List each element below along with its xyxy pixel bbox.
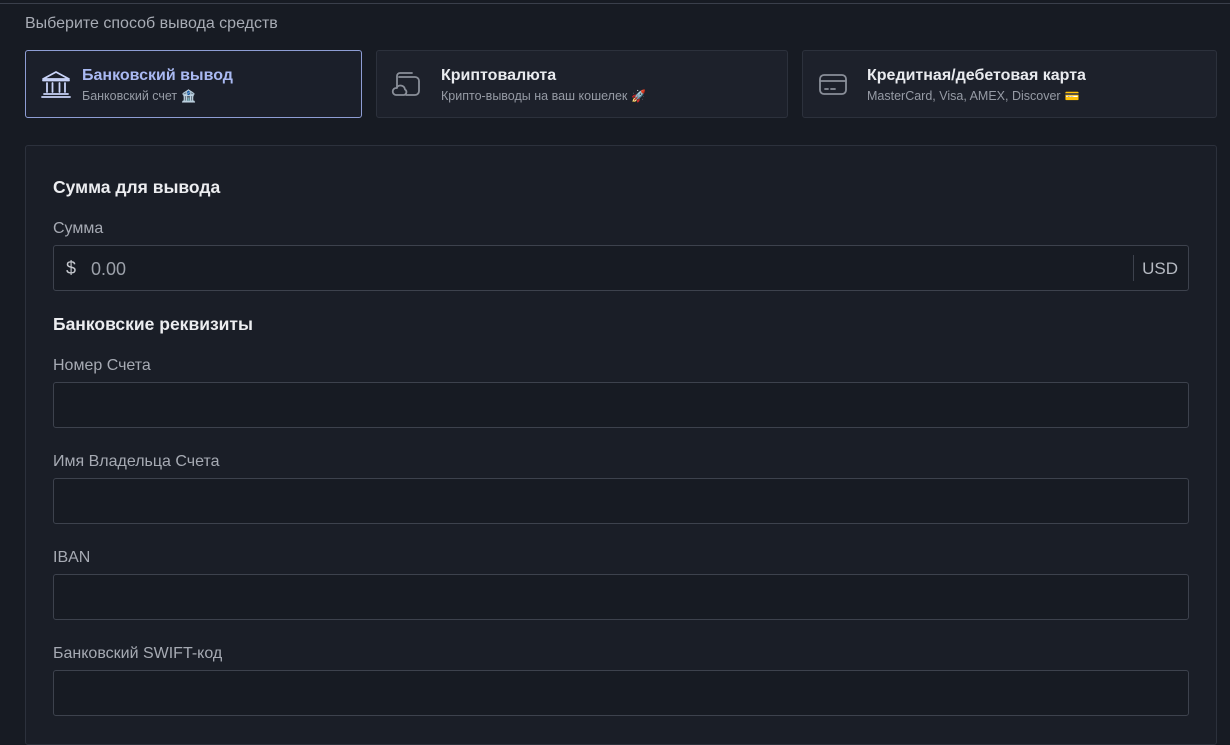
account-number-input[interactable]	[53, 382, 1189, 428]
currency-suffix: USD	[1142, 259, 1178, 278]
bank-icon	[40, 68, 72, 100]
swift-label: Банковский SWIFT-код	[53, 645, 223, 662]
holder-name-input[interactable]	[53, 478, 1189, 524]
account-number-label: Номер Счета	[53, 357, 151, 374]
method-title: Кредитная/дебетовая карта	[867, 67, 1086, 84]
currency-divider	[1133, 255, 1134, 281]
withdrawal-form: Сумма для вывода Сумма $ 0.00 USD Банков…	[25, 145, 1217, 745]
amount-input[interactable]: $ 0.00 USD	[53, 245, 1189, 291]
method-card[interactable]: Кредитная/дебетовая карта MasterCard, Vi…	[802, 50, 1217, 118]
crypto-wallet-icon	[391, 68, 423, 100]
amount-placeholder: 0.00	[91, 259, 127, 279]
swift-input[interactable]	[53, 670, 1189, 716]
iban-input[interactable]	[53, 574, 1189, 620]
rocket-emoji: 🚀	[631, 89, 647, 103]
bank-details-heading: Банковские реквизиты	[53, 314, 253, 334]
bank-emoji: 🏦	[181, 89, 197, 103]
dollar-prefix: $	[66, 258, 77, 278]
method-subtitle: MasterCard, Visa, AMEX, Discover 💳	[867, 89, 1080, 103]
credit-card-icon	[817, 68, 849, 100]
method-title: Банковский вывод	[82, 67, 233, 84]
withdrawal-methods: Банковский вывод Банковский счет 🏦 Крипто…	[25, 50, 1217, 118]
method-title: Криптовалюта	[441, 67, 557, 84]
amount-label: Сумма	[53, 220, 104, 237]
method-crypto[interactable]: Криптовалюта Крипто-выводы на ваш кошеле…	[376, 50, 788, 118]
method-subtitle: Банковский счет 🏦	[82, 89, 197, 103]
amount-heading: Сумма для вывода	[53, 177, 221, 197]
withdrawal-method-label: Выберите способ вывода средств	[25, 15, 278, 32]
card-emoji: 💳	[1064, 89, 1080, 103]
top-divider	[0, 0, 1230, 4]
method-subtitle: Крипто-выводы на ваш кошелек 🚀	[441, 89, 647, 103]
method-bank-transfer[interactable]: Банковский вывод Банковский счет 🏦	[25, 50, 362, 118]
holder-name-label: Имя Владельца Счета	[53, 453, 220, 470]
iban-label: IBAN	[53, 549, 91, 566]
